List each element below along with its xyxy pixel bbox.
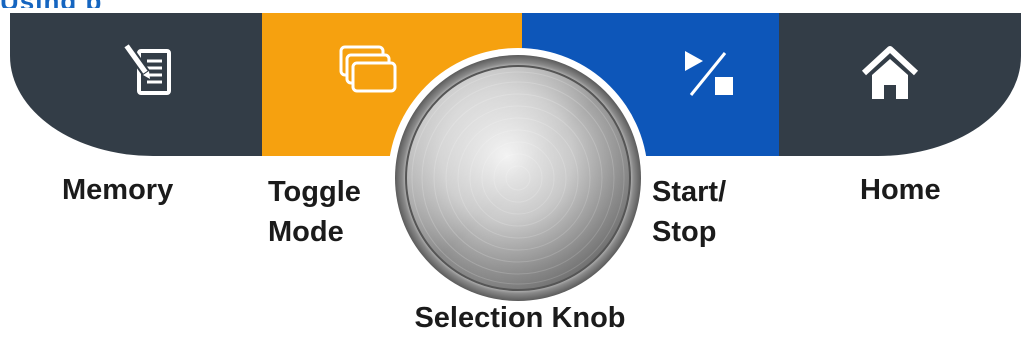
- start-stop-label-line-2: Stop: [652, 216, 717, 248]
- start-stop-label: Start/ Stop: [652, 172, 772, 252]
- play-stop-icon: [684, 51, 733, 96]
- home-label: Home: [860, 170, 980, 210]
- toggle-mode-label: Toggle Mode: [268, 172, 388, 252]
- control-panel-diagram: Using p: [0, 0, 1021, 341]
- memory-label: Memory: [62, 170, 222, 210]
- toggle-mode-label-line-2: Mode: [268, 216, 344, 248]
- selection-knob-label: Selection Knob: [414, 302, 626, 334]
- toggle-mode-label-line-1: Toggle: [268, 176, 361, 208]
- stacked-cards-icon: [339, 45, 397, 93]
- home-button[interactable]: [779, 13, 1021, 156]
- notepad-pencil-icon: [121, 41, 171, 95]
- house-icon: [861, 46, 919, 99]
- selection-knob[interactable]: [394, 54, 642, 302]
- page-heading-text: Using p: [0, 0, 120, 8]
- home-label-line-1: Home: [860, 174, 941, 206]
- page-heading-cut: Using p: [0, 0, 120, 8]
- selection-knob-housing: [394, 54, 642, 302]
- memory-label-line-1: Memory: [62, 174, 174, 206]
- start-stop-label-line-1: Start/: [652, 176, 727, 208]
- memory-button[interactable]: [10, 13, 262, 156]
